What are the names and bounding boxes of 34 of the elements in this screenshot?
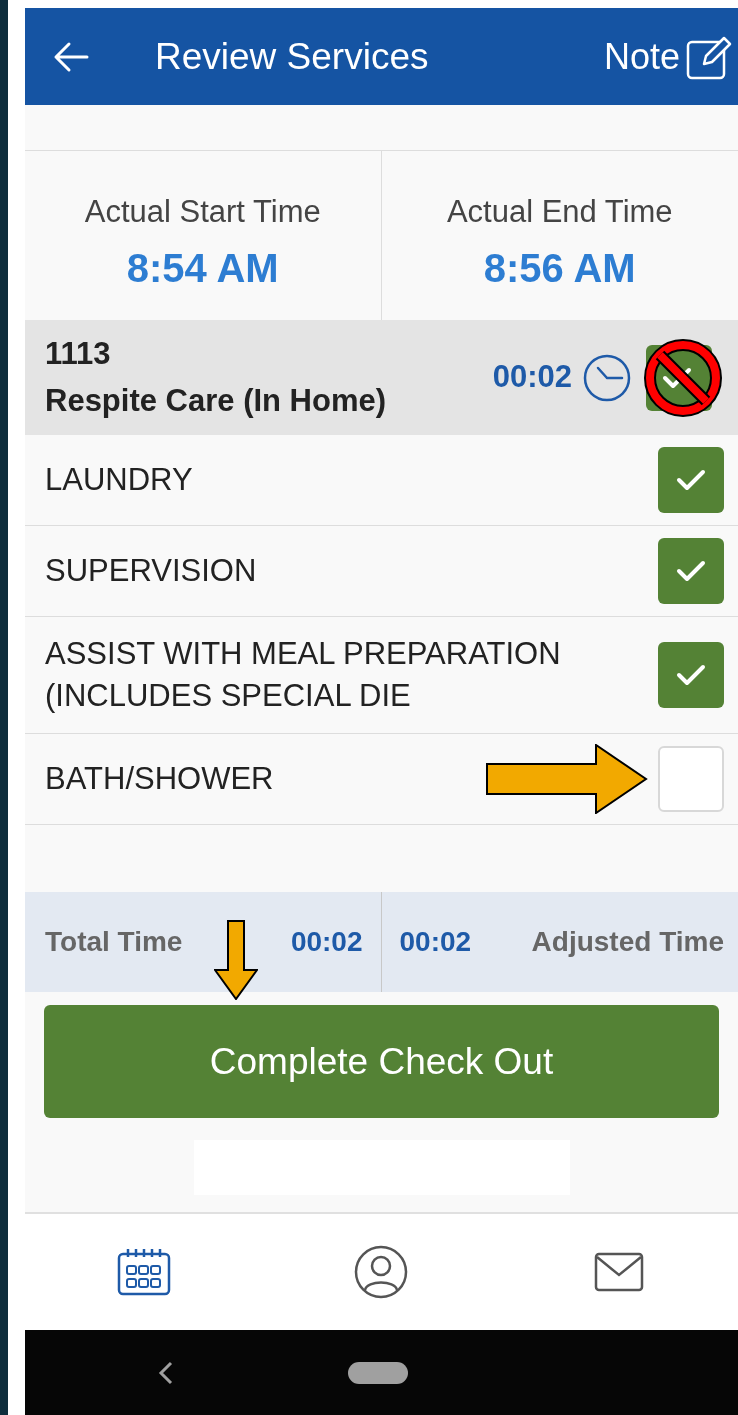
- checkbox[interactable]: [658, 447, 724, 513]
- mail-icon[interactable]: [594, 1252, 645, 1292]
- task-label: BATH/SHOWER: [45, 760, 275, 798]
- screen-title: Review Services: [155, 34, 429, 79]
- service-code: 1113: [45, 335, 112, 373]
- note-button[interactable]: Note: [603, 29, 732, 84]
- service-duration: 00:02: [492, 358, 572, 397]
- total-time-value: 00:02: [290, 925, 363, 959]
- task-label: SUPERVISION: [45, 552, 258, 590]
- checkmark-icon: [676, 663, 706, 687]
- checkbox[interactable]: [658, 746, 724, 812]
- arrow-icon: [486, 744, 648, 814]
- complete-check-out-button[interactable]: Complete Check Out: [44, 1005, 719, 1118]
- clock-icon: [582, 352, 632, 403]
- task-label: ASSIST WITH MEAL PREPARATION (INCLUDES SPECIAL DIE: [45, 635, 562, 715]
- blocked-checkbox-drawing[interactable]: [642, 336, 724, 419]
- back-arrow-icon[interactable]: [53, 40, 89, 73]
- service-name: Respite Care (In Home): [45, 381, 387, 420]
- profile-icon[interactable]: [354, 1245, 409, 1299]
- checkbox[interactable]: [658, 538, 724, 604]
- calendar-icon[interactable]: [116, 1248, 171, 1296]
- time-label: Actual End Time: [446, 193, 673, 231]
- checkmark-icon: [676, 559, 706, 583]
- adjusted-time-label: Adjusted Time: [531, 925, 724, 959]
- adjusted-time-value: 00:02: [399, 925, 472, 959]
- total-time-label: Total Time: [45, 925, 183, 959]
- home-pill[interactable]: [348, 1361, 408, 1384]
- checkmark-icon: [676, 468, 706, 492]
- checkbox[interactable]: [658, 642, 724, 708]
- time-label: Actual Start Time: [84, 193, 321, 231]
- task-label: LAUNDRY: [45, 461, 194, 499]
- time-value: 8:54 AM: [126, 244, 279, 292]
- system-back-icon[interactable]: [158, 1360, 174, 1385]
- time-value: 8:56 AM: [483, 244, 636, 292]
